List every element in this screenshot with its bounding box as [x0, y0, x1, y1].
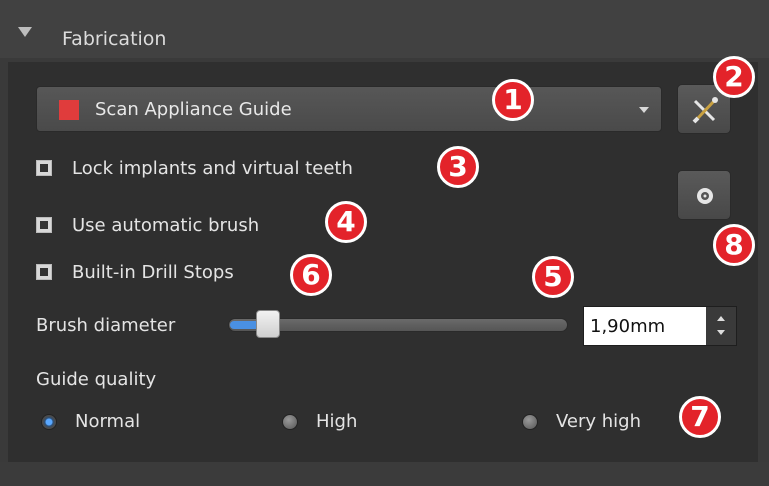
slider-handle[interactable] — [256, 310, 281, 338]
checkbox-checked-icon[interactable] — [36, 160, 52, 176]
annotation-badge-5: 5 — [532, 256, 574, 298]
lock-implants-label: Lock implants and virtual teeth — [72, 158, 353, 179]
chevron-down-icon — [639, 107, 649, 113]
fabrication-panel-frame: Fabrication Scan Appliance Guide Lock im… — [0, 0, 769, 486]
guide-quality-label: Guide quality — [36, 369, 157, 390]
section-header[interactable]: Fabrication — [0, 0, 769, 58]
radio-unselected-icon[interactable] — [282, 414, 298, 430]
annotation-badge-8: 8 — [713, 224, 755, 266]
checkbox-checked-icon[interactable] — [36, 264, 52, 280]
guide-color-swatch — [59, 100, 79, 120]
annotation-badge-4: 4 — [325, 201, 367, 243]
checkbox-checked-icon[interactable] — [36, 217, 52, 233]
quality-high-label: High — [316, 411, 358, 432]
spin-down-icon[interactable] — [717, 330, 725, 335]
automatic-brush-label: Use automatic brush — [72, 215, 260, 236]
panel-bottom-strip — [0, 462, 769, 486]
annotation-badge-1: 1 — [492, 79, 534, 121]
spinbox-buttons — [706, 307, 736, 345]
annotation-badge-6: 6 — [290, 254, 332, 296]
annotation-badge-3: 3 — [437, 146, 479, 188]
guide-type-value: Scan Appliance Guide — [95, 99, 292, 120]
spin-up-icon[interactable] — [717, 316, 725, 321]
annotation-badge-2: 2 — [713, 56, 755, 98]
system-button[interactable] — [677, 170, 731, 220]
radio-unselected-icon[interactable] — [522, 414, 538, 430]
drill-stops-label: Built-in Drill Stops — [72, 262, 234, 283]
annotation-badge-7: 7 — [679, 396, 721, 438]
quality-very-high-label: Very high — [556, 411, 642, 432]
guide-type-dropdown[interactable]: Scan Appliance Guide — [36, 86, 662, 132]
brush-diameter-label: Brush diameter — [36, 315, 176, 336]
brush-diameter-value[interactable]: 1,90mm — [590, 316, 665, 337]
quality-normal-label: Normal — [75, 411, 141, 432]
section-title: Fabrication — [62, 28, 167, 50]
system-icon — [697, 188, 713, 204]
collapse-triangle-icon[interactable] — [18, 27, 32, 37]
radio-selected-icon[interactable] — [41, 414, 57, 430]
brush-diameter-spinbox[interactable]: 1,90mm — [583, 306, 737, 346]
